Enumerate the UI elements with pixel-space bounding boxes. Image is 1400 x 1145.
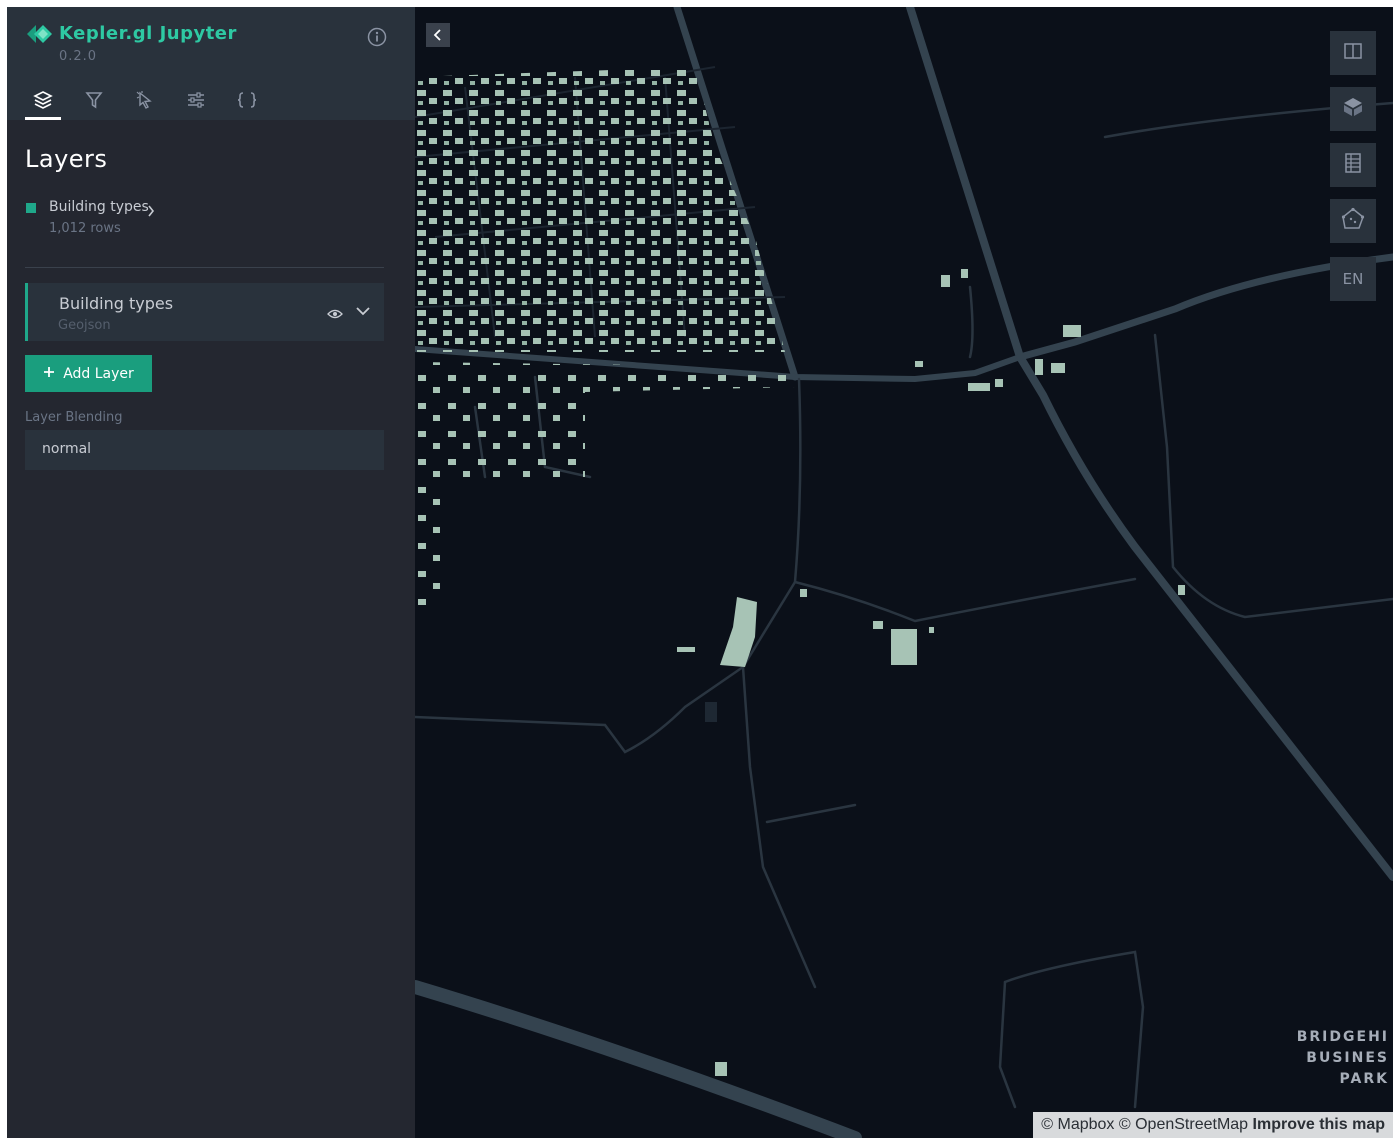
add-layer-label: Add Layer [63, 365, 134, 382]
sliders-icon [186, 90, 206, 114]
layer-title[interactable]: Building types [59, 294, 173, 313]
osm-attribution-link[interactable]: © OpenStreetMap [1119, 1116, 1248, 1133]
tab-layers[interactable] [25, 87, 61, 120]
cursor-icon [135, 90, 155, 114]
legend-icon [1343, 152, 1363, 178]
legend-button[interactable] [1330, 143, 1376, 187]
filter-icon [84, 90, 104, 114]
layers-icon [33, 90, 53, 114]
side-panel: Kepler.gl Jupyter 0.2.0 Layers Building … [7, 7, 415, 1138]
tab-config[interactable] [229, 87, 265, 117]
dataset-name[interactable]: Building types [49, 199, 149, 215]
layer-blending-select[interactable]: normal [25, 430, 384, 470]
side-panel-header: Kepler.gl Jupyter 0.2.0 [7, 7, 415, 120]
layer-panel-building-types[interactable]: Building types Geojson [25, 283, 384, 341]
dataset-row-count: 1,012 rows [49, 221, 121, 236]
map-attribution: © Mapbox © OpenStreetMap Improve this ma… [1033, 1112, 1393, 1138]
dataset-color-swatch [26, 203, 36, 213]
chevron-right-icon[interactable] [147, 202, 155, 221]
eye-icon[interactable] [327, 305, 343, 324]
panel-title: Layers [25, 145, 108, 173]
kepler-app: Kepler.gl Jupyter 0.2.0 Layers Building … [7, 7, 1393, 1138]
divider [25, 267, 384, 268]
mapbox-attribution-link[interactable]: © Mapbox [1041, 1116, 1114, 1133]
split-map-icon [1343, 41, 1363, 65]
basemap [408, 7, 1393, 1138]
3d-map-button[interactable] [1330, 87, 1376, 131]
layer-type: Geojson [58, 318, 111, 333]
map-place-label: BRIDGEHI BUSINES PARK [1296, 1029, 1389, 1087]
collapse-sidebar-button[interactable] [426, 23, 450, 47]
chevron-down-icon[interactable] [355, 303, 371, 323]
app-title: Kepler.gl Jupyter [59, 23, 237, 44]
chevron-left-icon [433, 26, 443, 45]
language-label: EN [1342, 270, 1364, 288]
add-layer-button[interactable]: Add Layer [25, 355, 152, 392]
kepler-logo-icon [27, 25, 53, 47]
draw-polygon-button[interactable] [1330, 199, 1376, 243]
3d-map-icon [1342, 96, 1364, 122]
language-button[interactable]: EN [1330, 257, 1376, 301]
tab-basemap[interactable] [178, 87, 214, 117]
plus-icon [43, 366, 55, 382]
split-map-button[interactable] [1330, 31, 1376, 75]
draw-polygon-icon [1341, 207, 1365, 235]
improve-map-link[interactable]: Improve this map [1253, 1116, 1385, 1133]
info-icon[interactable] [367, 27, 387, 51]
tab-filters[interactable] [76, 87, 112, 117]
braces-icon [236, 90, 258, 114]
tab-interactions[interactable] [127, 87, 163, 117]
layer-blending-label: Layer Blending [25, 410, 123, 425]
app-version: 0.2.0 [59, 49, 98, 64]
map-canvas[interactable]: BRIDGEHI BUSINES PARK [408, 7, 1393, 1138]
